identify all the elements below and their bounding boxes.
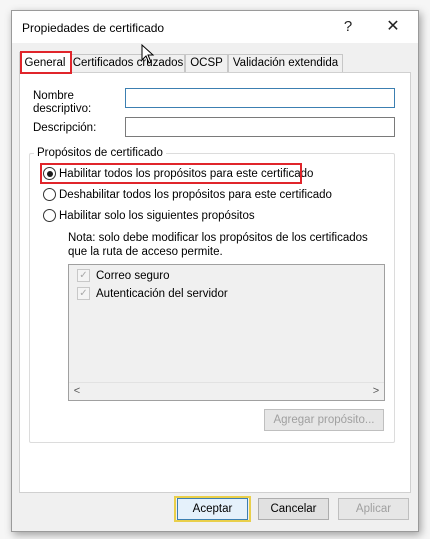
close-icon[interactable]: ✕ [379, 16, 407, 38]
help-icon[interactable]: ? [334, 16, 362, 38]
radio-enable-following-label: Habilitar solo los siguientes propósitos [59, 209, 255, 222]
list-item-label: Correo seguro [96, 269, 170, 282]
apply-button[interactable]: Aplicar [338, 498, 409, 520]
purposes-group-title: Propósitos de certificado [34, 147, 166, 159]
mouse-pointer-icon [141, 44, 155, 64]
list-item-label: Autenticación del servidor [96, 287, 228, 300]
dialog-title: Propiedades de certificado [22, 21, 165, 35]
scroll-right-icon[interactable]: > [368, 384, 384, 399]
checkbox-checked-icon[interactable]: ✓ [77, 269, 90, 282]
tab-cross-certificates[interactable]: Certificados cruzados [71, 54, 185, 72]
tab-extended-validation[interactable]: Validación extendida [228, 54, 343, 72]
purposes-note: Nota: solo debe modificar los propósitos… [68, 232, 368, 258]
cancel-button[interactable]: Cancelar [258, 498, 329, 520]
tab-ocsp[interactable]: OCSP [185, 54, 228, 72]
radio-button[interactable] [43, 188, 56, 201]
radio-button[interactable] [43, 167, 56, 180]
radio-enable-all[interactable]: Habilitar todos los propósitos para este… [43, 166, 313, 181]
list-item[interactable]: ✓ Correo seguro [77, 268, 170, 283]
radio-enable-all-label: Habilitar todos los propósitos para este… [59, 167, 314, 180]
certificate-properties-dialog: Propiedades de certificado ? ✕ General C… [11, 10, 419, 532]
friendly-name-label-line2: descriptivo: [33, 103, 92, 115]
tab-strip: General Certificados cruzados OCSP Valid… [19, 52, 411, 73]
add-purpose-button[interactable]: Agregar propósito... [264, 409, 384, 431]
tab-general[interactable]: General [19, 52, 71, 73]
title-bar: Propiedades de certificado ? ✕ [12, 11, 418, 43]
purposes-listbox[interactable]: ✓ Correo seguro ✓ Autenticación del serv… [68, 264, 385, 401]
checkbox-checked-icon[interactable]: ✓ [77, 287, 90, 300]
ok-button[interactable]: Aceptar [177, 498, 248, 520]
description-input[interactable] [125, 117, 395, 137]
friendly-name-input[interactable] [125, 88, 395, 108]
radio-disable-all[interactable]: Deshabilitar todos los propósitos para e… [43, 187, 332, 202]
description-label: Descripción: [33, 122, 97, 134]
radio-enable-following[interactable]: Habilitar solo los siguientes propósitos [43, 208, 255, 223]
radio-disable-all-label: Deshabilitar todos los propósitos para e… [59, 188, 332, 201]
list-item[interactable]: ✓ Autenticación del servidor [77, 286, 228, 301]
horizontal-scrollbar[interactable]: < > [69, 382, 384, 400]
radio-button[interactable] [43, 209, 56, 222]
friendly-name-label-line1: Nombre [33, 90, 74, 102]
scroll-left-icon[interactable]: < [69, 384, 85, 399]
